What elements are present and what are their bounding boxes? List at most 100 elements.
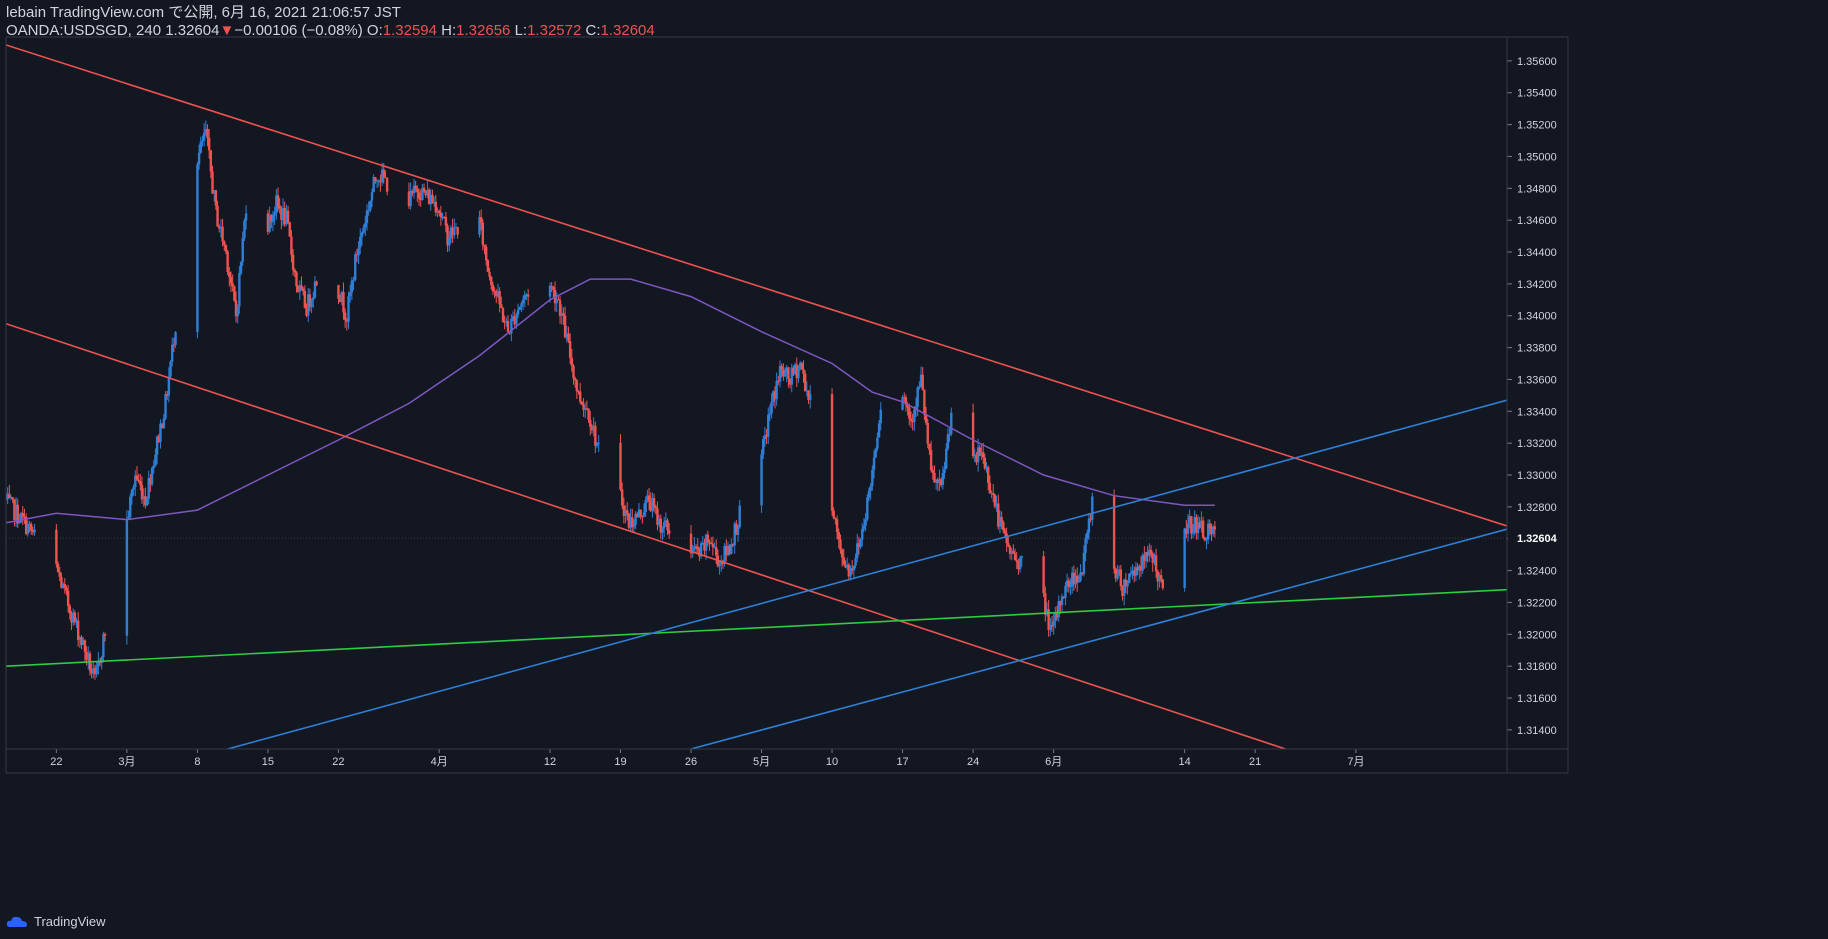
candle-body	[738, 505, 741, 528]
candle-body	[83, 640, 87, 652]
candle-body	[1191, 531, 1195, 534]
candle-body	[130, 489, 134, 497]
candle-body	[295, 272, 298, 287]
candle-body	[921, 374, 924, 390]
candle-body	[152, 465, 155, 469]
high-label: H:	[441, 22, 457, 39]
candle-body	[197, 152, 201, 165]
candle-body	[928, 443, 931, 451]
candle-body	[768, 413, 772, 415]
candle-body	[548, 285, 552, 297]
candle-body	[224, 245, 228, 252]
candle-body	[943, 468, 946, 473]
candle-body	[486, 260, 490, 272]
candle-body	[437, 210, 441, 213]
candle-body	[382, 169, 385, 178]
candle-body	[516, 309, 520, 315]
candle-body	[908, 407, 911, 419]
y-tick-label: 1.31600	[1517, 693, 1557, 705]
y-tick-label: 1.31400	[1517, 725, 1557, 737]
candle-body	[199, 141, 202, 153]
candle-body	[11, 497, 14, 500]
candle-body	[162, 418, 166, 429]
candle-body	[1000, 517, 1003, 522]
x-tick-label: 8	[194, 756, 200, 768]
candle-body	[135, 475, 139, 480]
candle-body	[572, 365, 575, 379]
candle-body	[239, 261, 243, 274]
candle-body	[271, 215, 275, 222]
candle-body	[29, 523, 33, 531]
candle-body	[597, 442, 600, 444]
price-chart[interactable]: 1.31400 1.31600 1.31800 1.32000 1.32200 1.324…	[0, 0, 1828, 939]
x-tick-label: 19	[614, 756, 626, 768]
candle-body	[414, 185, 417, 189]
candle-body	[310, 299, 313, 307]
candle-body	[226, 251, 229, 273]
candle-body	[1086, 532, 1089, 539]
x-tick-label: 22	[50, 756, 62, 768]
candle-body	[867, 490, 871, 498]
candle-body	[946, 434, 950, 449]
candle-body	[526, 294, 530, 297]
x-tick-label: 3月	[118, 756, 135, 768]
candle-body	[63, 584, 66, 588]
candle-body	[770, 402, 773, 414]
y-tick-label: 1.33400	[1517, 406, 1557, 418]
candle-body	[552, 287, 555, 290]
candle-body	[370, 192, 374, 201]
candle-body	[500, 304, 503, 308]
candle-body	[802, 369, 805, 374]
candle-body	[66, 590, 70, 606]
y-tick-label: 1.32200	[1517, 597, 1557, 609]
y-tick-label: 1.35000	[1517, 151, 1557, 163]
symbol-label[interactable]: OANDA:USDSGD, 240	[6, 22, 161, 39]
candle-body	[209, 150, 213, 172]
candle-body	[125, 518, 129, 636]
candle-body	[871, 469, 874, 487]
footer: TradingView	[6, 914, 106, 929]
candle-body	[291, 254, 295, 270]
candle-body	[206, 128, 209, 138]
candle-body	[913, 409, 916, 423]
candle-body	[448, 238, 451, 246]
candle-body	[236, 306, 239, 317]
candle-body	[909, 418, 913, 421]
candle-body	[861, 528, 864, 540]
candle-body	[589, 419, 592, 427]
candle-body	[632, 524, 636, 528]
candle-body	[706, 534, 710, 543]
candle-body	[580, 401, 584, 405]
candle-body	[568, 340, 572, 358]
candle-body	[367, 210, 370, 212]
candle-body	[409, 190, 412, 207]
close-value: 1.32604	[600, 22, 655, 39]
candle-body	[800, 363, 804, 370]
candle-body	[290, 236, 293, 255]
candle-body	[154, 454, 157, 466]
candle-body	[137, 479, 140, 482]
candle-body	[244, 213, 248, 221]
candle-body	[971, 412, 975, 457]
candle-body	[839, 539, 842, 550]
candle-body	[202, 132, 206, 141]
candle-body	[18, 522, 21, 524]
candle-body	[139, 481, 142, 485]
candle-body	[619, 442, 622, 490]
candle-body	[26, 524, 30, 534]
candle-body	[167, 376, 171, 396]
candle-body	[231, 283, 234, 287]
candle-body	[68, 605, 72, 614]
candle-body	[869, 486, 872, 491]
candle-body	[1067, 580, 1070, 588]
y-tick-label: 1.34200	[1517, 279, 1557, 291]
candle-body	[354, 254, 357, 281]
candle-body	[1082, 552, 1086, 575]
candle-body	[273, 213, 276, 216]
candle-body	[103, 634, 107, 636]
candle-body	[859, 539, 862, 547]
tradingview-brand[interactable]: TradingView	[34, 914, 106, 929]
candle-body	[506, 320, 510, 332]
candle-body	[76, 620, 80, 641]
candle-body	[876, 437, 879, 449]
